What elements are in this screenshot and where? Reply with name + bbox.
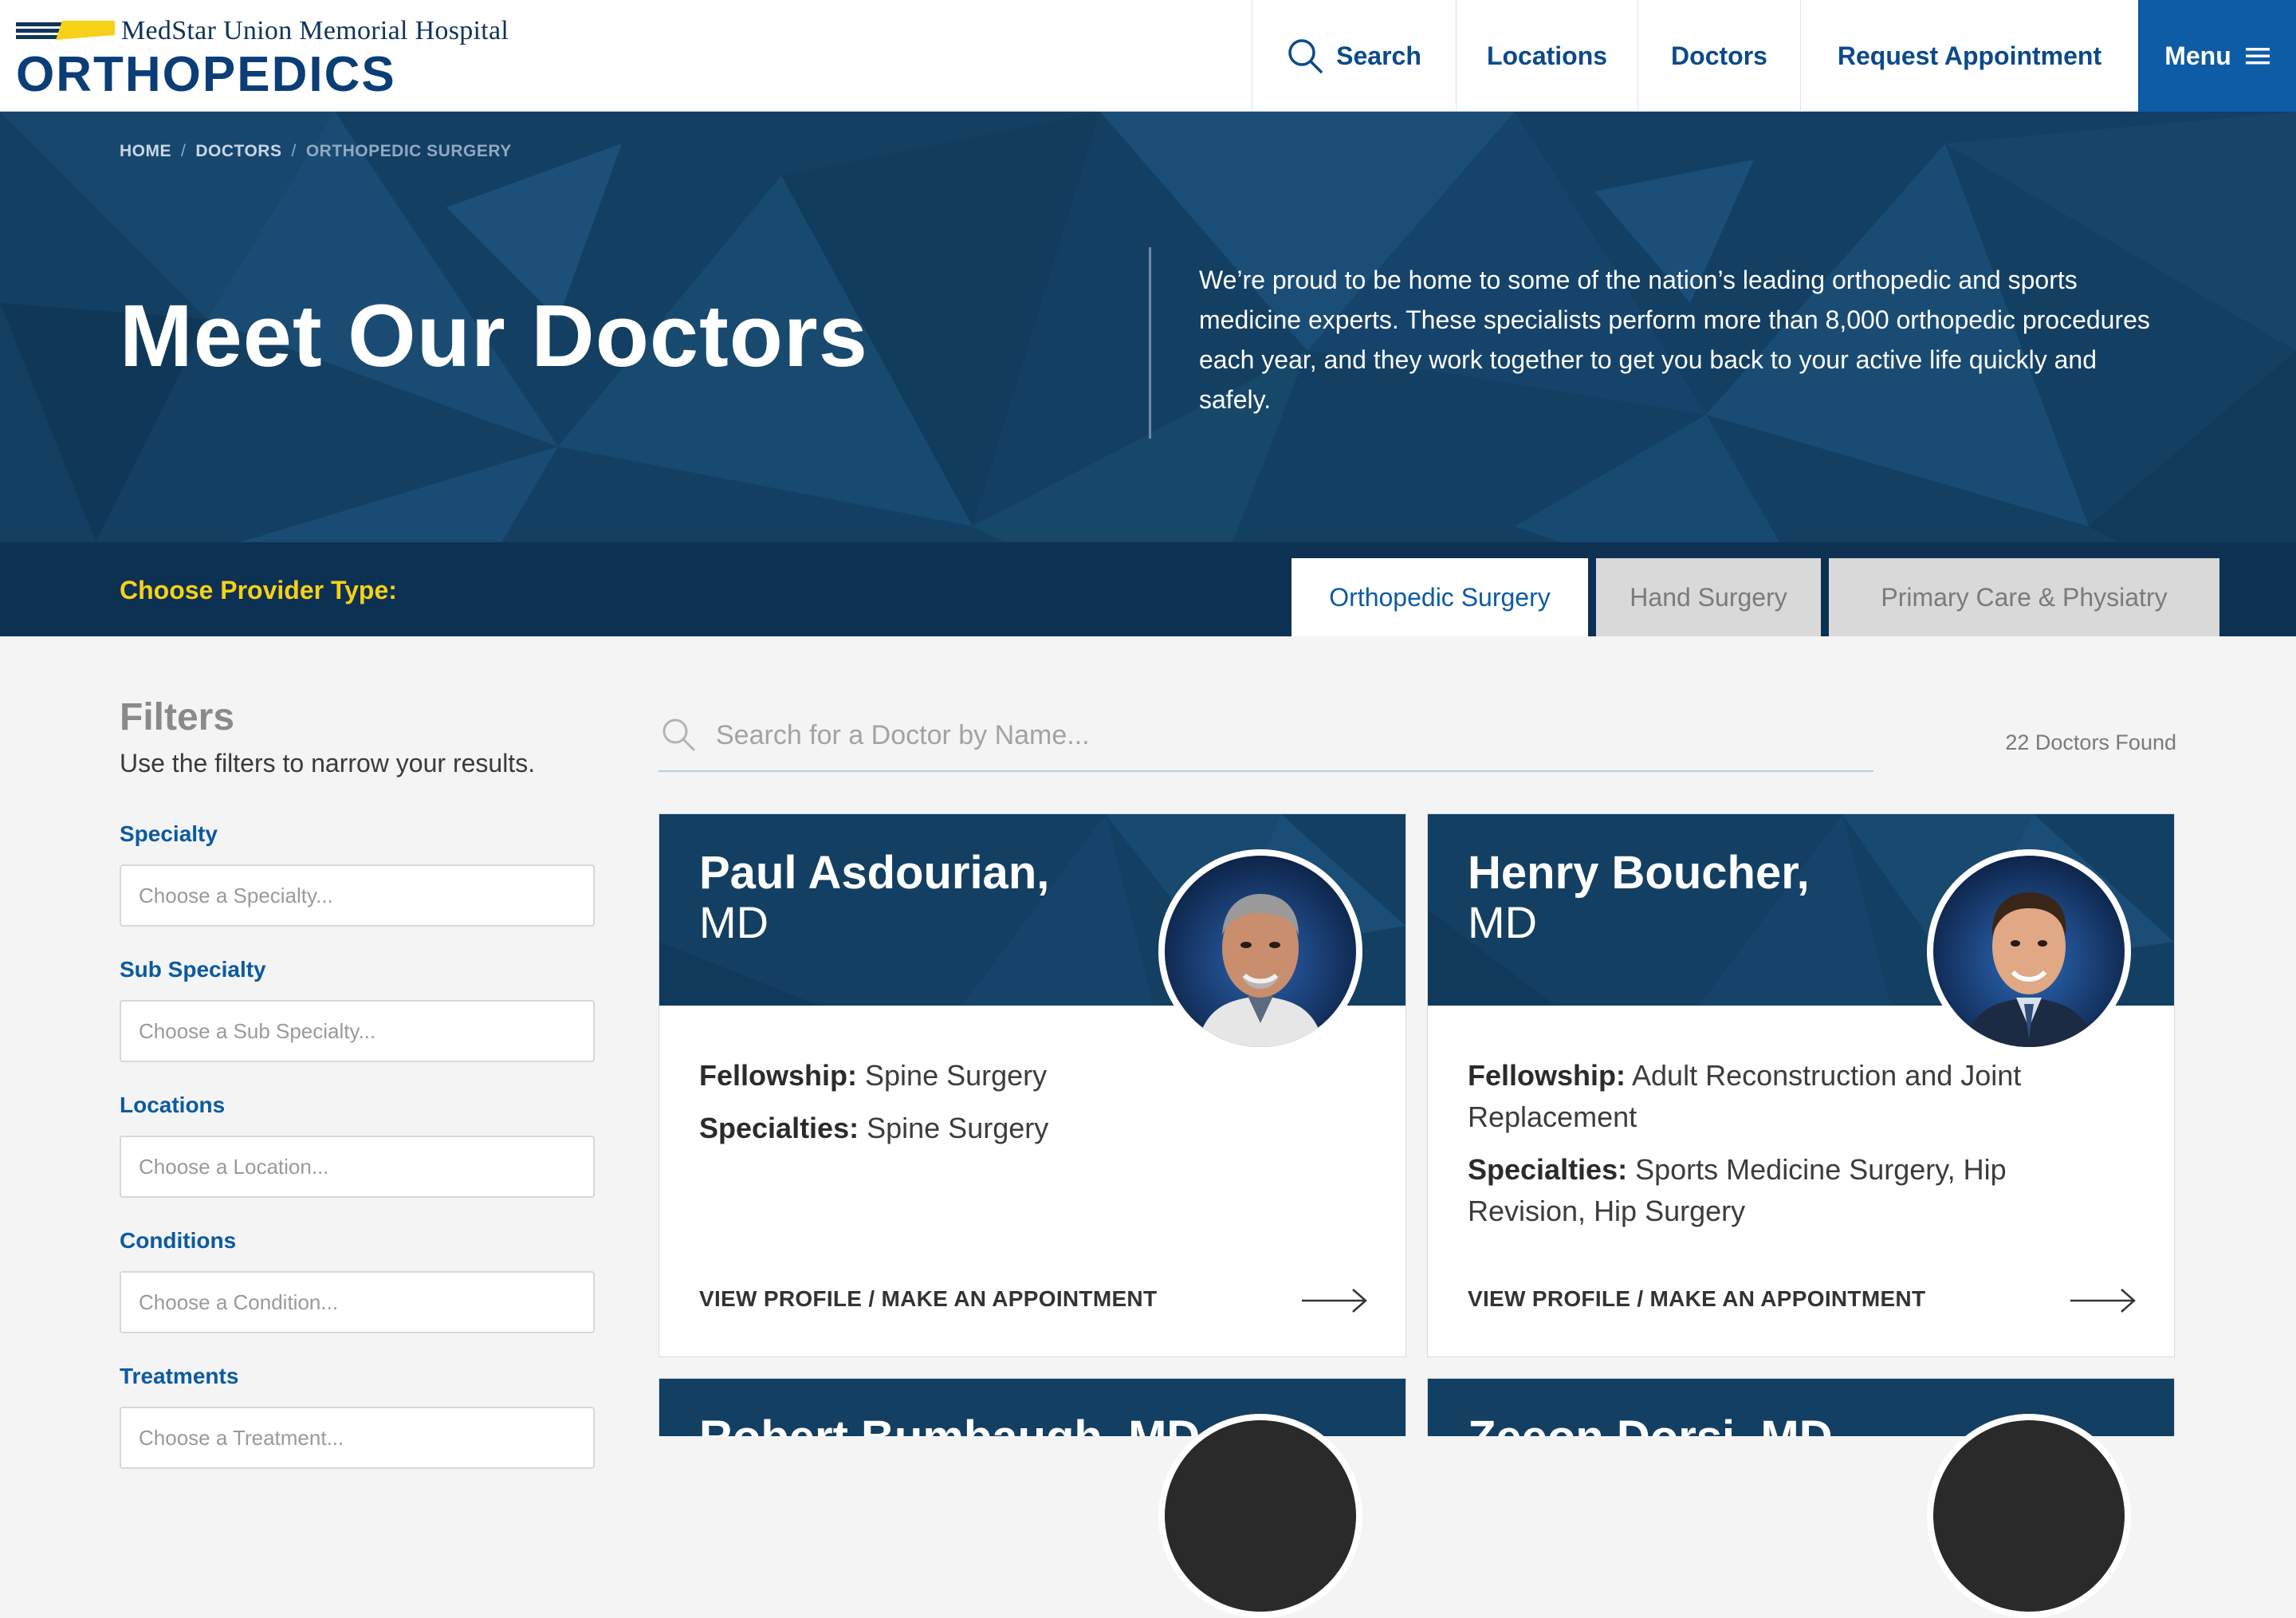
hero-section: HOME / DOCTORS / ORTHOPEDIC SURGERY Meet Our… — [0, 112, 2296, 636]
logo-department-name: ORTHOPEDICS — [16, 47, 396, 102]
menu-label: Menu — [2164, 41, 2231, 70]
menu-button[interactable]: Menu — [2138, 0, 2296, 112]
doctor-name: Zeeon Dorsi, MD — [1468, 1414, 1833, 1437]
fellowship-value: Spine Surgery — [865, 1059, 1048, 1092]
results-count: 22 Doctors Found — [2005, 730, 2176, 754]
menu-icon — [2245, 48, 2270, 65]
doctor-search — [659, 702, 1873, 772]
fellowship-label: Fellowship: — [699, 1059, 857, 1092]
specialties-label: Specialties: — [699, 1112, 859, 1144]
filters-subtitle: Use the filters to narrow your results. — [120, 749, 536, 778]
doctor-details: Fellowship: Spine Surgery Specialties: S… — [699, 1055, 1321, 1160]
doctor-fellowship: Fellowship: Spine Surgery — [699, 1055, 1321, 1096]
nav-doctors-link[interactable]: Doctors — [1637, 0, 1800, 112]
breadcrumb-separator: / — [181, 142, 187, 160]
breadcrumb: HOME / DOCTORS / ORTHOPEDIC SURGERY — [120, 142, 512, 161]
nav-search-label: Search — [1336, 41, 1421, 70]
doctor-fellowship: Fellowship: Adult Reconstruction and Joi… — [1468, 1055, 2090, 1138]
page-title: Meet Our Doctors — [120, 287, 868, 385]
fellowship-label: Fellowship: — [1468, 1059, 1626, 1092]
doctor-name: Robert Bumbaugh, MD — [699, 1414, 1200, 1437]
doctor-avatar — [1927, 1414, 2131, 1618]
breadcrumb-separator: / — [291, 142, 297, 160]
filter-sub-specialty: Sub Specialty Choose a Sub Specialty... — [120, 954, 595, 1062]
tab-hand-surgery[interactable]: Hand Surgery — [1596, 558, 1821, 636]
doctor-details: Fellowship: Adult Reconstruction and Joi… — [1468, 1055, 2090, 1243]
filter-specialty-label: Specialty — [120, 821, 218, 846]
breadcrumb-current: ORTHOPEDIC SURGERY — [305, 142, 512, 160]
hero-description: We’re proud to be home to some of the na… — [1199, 266, 2150, 414]
arrow-right-icon[interactable] — [2070, 1286, 2137, 1315]
tab-orthopedic-surgery[interactable]: Orthopedic Surgery — [1292, 558, 1588, 636]
site-header: MedStar Union Memorial Hospital ORTHOPED… — [0, 0, 2296, 112]
search-icon — [662, 718, 695, 751]
doctor-avatar — [1927, 849, 2131, 1053]
filter-conditions: Conditions Choose a Condition... — [120, 1225, 595, 1333]
arrow-right-icon[interactable] — [1302, 1286, 1369, 1315]
doctor-card[interactable]: Paul Asdourian, MD Fellowship: Spine Sur… — [659, 813, 1406, 1357]
nav-search-button[interactable]: Search — [1252, 0, 1456, 112]
specialties-label: Specialties: — [1468, 1153, 1628, 1186]
filter-locations-label: Locations — [120, 1092, 226, 1117]
provider-type-bar: Choose Provider Type: Orthopedic Surgery… — [0, 542, 2296, 636]
location-select[interactable]: Choose a Location... — [120, 1136, 595, 1198]
filter-treatments: Treatments Choose a Treatment... — [120, 1360, 595, 1469]
main-nav: Search Locations Doctors Request Appoint… — [1252, 0, 2296, 112]
doctor-avatar — [1158, 849, 1362, 1053]
specialties-value: Spine Surgery — [867, 1112, 1049, 1144]
specialty-select[interactable]: Choose a Specialty... — [120, 864, 595, 927]
filter-conditions-label: Conditions — [120, 1228, 237, 1253]
nav-locations-link[interactable]: Locations — [1456, 0, 1637, 112]
tab-primary-care-physiatry[interactable]: Primary Care & Physiatry — [1829, 558, 2219, 636]
doctor-specialties: Specialties: Spine Surgery — [699, 1108, 1321, 1149]
doctor-search-input[interactable] — [714, 710, 1850, 761]
provider-type-tabs: Orthopedic Surgery Hand Surgery Primary … — [1292, 558, 2219, 636]
filter-treatments-label: Treatments — [120, 1364, 239, 1388]
filters-panel: Filters Use the filters to narrow your r… — [120, 694, 598, 780]
doctor-credential: MD — [1468, 897, 1538, 947]
site-logo[interactable]: MedStar Union Memorial Hospital ORTHOPED… — [16, 16, 542, 104]
doctor-avatar — [1158, 1414, 1362, 1618]
hero-divider — [1149, 247, 1151, 439]
sub-specialty-select[interactable]: Choose a Sub Specialty... — [120, 1000, 595, 1062]
treatment-select[interactable]: Choose a Treatment... — [120, 1407, 595, 1469]
breadcrumb-home-link[interactable]: HOME — [120, 142, 171, 160]
logo-hospital-name: MedStar Union Memorial Hospital — [121, 16, 509, 45]
view-profile-link[interactable]: VIEW PROFILE / MAKE AN APPOINTMENT — [1468, 1286, 1925, 1312]
view-profile-link[interactable]: VIEW PROFILE / MAKE AN APPOINTMENT — [699, 1286, 1157, 1312]
provider-type-label: Choose Provider Type: — [120, 576, 397, 604]
filters-title: Filters — [120, 696, 235, 738]
doctor-specialties: Specialties: Sports Medicine Surgery, Hi… — [1468, 1149, 2090, 1232]
doctor-credential: MD — [699, 897, 769, 947]
breadcrumb-doctors-link[interactable]: DOCTORS — [195, 142, 281, 160]
condition-select[interactable]: Choose a Condition... — [120, 1271, 595, 1333]
search-icon — [1288, 39, 1323, 73]
doctor-name: Paul Asdourian, — [699, 847, 1050, 899]
filter-specialty: Specialty Choose a Specialty... — [120, 818, 595, 927]
logo-flag-icon — [16, 21, 115, 40]
filter-locations: Locations Choose a Location... — [120, 1089, 595, 1198]
doctor-card[interactable]: Henry Boucher, MD Fellowship: Adult Reco… — [1427, 813, 2175, 1357]
doctor-card[interactable]: Zeeon Dorsi, MD — [1427, 1378, 2175, 1618]
nav-request-appointment-link[interactable]: Request Appointment — [1800, 0, 2138, 112]
doctor-name: Henry Boucher, — [1468, 847, 1810, 899]
search-field-icon — [660, 716, 697, 757]
doctor-card[interactable]: Robert Bumbaugh, MD — [659, 1378, 1406, 1618]
filter-sub-specialty-label: Sub Specialty — [120, 957, 266, 982]
